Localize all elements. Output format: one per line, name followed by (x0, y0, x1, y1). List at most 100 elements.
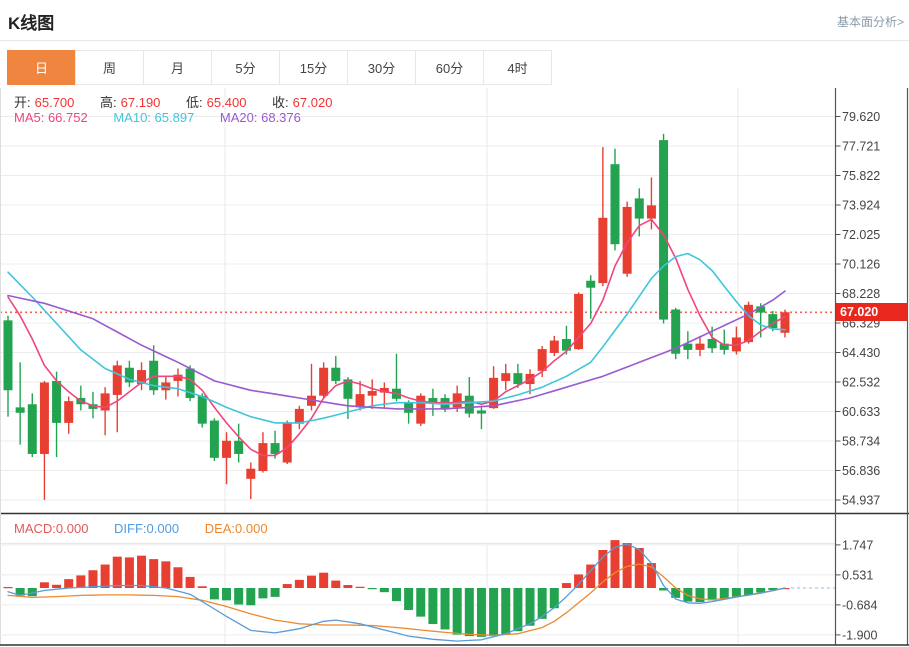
close-label: 收: (272, 95, 289, 110)
ma20-legend: MA20: 68.376 (220, 110, 301, 125)
macd-bar (708, 588, 717, 600)
macd-bar (258, 588, 267, 598)
macd-bar (343, 585, 352, 588)
kline-axis-label: 75.822 (842, 169, 880, 183)
macd-bar (210, 588, 219, 599)
macd-axis-label: -1.900 (842, 628, 877, 642)
candle-body (113, 365, 122, 395)
macd-bar (173, 567, 182, 588)
macd-bar (137, 556, 146, 588)
ohlc-legend: 开:65.700 高:67.190 低:65.400 收:67.020 (14, 92, 336, 111)
open-label: 开: (14, 95, 31, 110)
candle-body (647, 205, 656, 218)
low-value: 65.400 (207, 95, 247, 110)
macd-bar (404, 588, 413, 610)
macd-bar (40, 582, 49, 588)
kline-axis-label: 70.126 (842, 258, 880, 272)
kline-axis-label: 62.532 (842, 375, 880, 389)
candle-body (744, 305, 753, 342)
macd-axis-label: 0.531 (842, 568, 873, 582)
macd-bar (161, 561, 170, 588)
kline-axis-label: 64.430 (842, 346, 880, 360)
candle-body (708, 339, 717, 348)
kline-axis-label: 72.025 (842, 228, 880, 242)
candle-body (695, 344, 704, 350)
macd-bar (222, 588, 231, 600)
kline-axis-label: 77.721 (842, 140, 880, 154)
ma5-legend: MA5: 66.752 (14, 110, 88, 125)
candle-body (222, 441, 231, 458)
macd-bar (477, 588, 486, 637)
macd-bar (125, 557, 134, 588)
kline-axis-label: 68.228 (842, 287, 880, 301)
candle-body (283, 423, 292, 463)
candle-body (465, 396, 474, 414)
candle-body (258, 443, 267, 471)
candle-body (198, 396, 207, 424)
macd-bar (52, 585, 61, 588)
macd-bar (283, 584, 292, 588)
kline-axis-label: 60.633 (842, 405, 880, 419)
candle-body (356, 394, 365, 407)
macd-bar (720, 588, 729, 599)
macd-bar (319, 573, 328, 588)
macd-bar (465, 588, 474, 636)
macd-bar (307, 576, 316, 588)
macd-bar (246, 588, 255, 605)
candle-body (40, 382, 49, 453)
macd-legend: MACD:0.000 DIFF:0.000 DEA:0.000 (14, 521, 272, 536)
macd-bar (271, 588, 280, 597)
macd-bar (732, 588, 741, 597)
macd-axis-label: -0.684 (842, 598, 877, 612)
kline-axis-label: 58.734 (842, 435, 880, 449)
candle-body (246, 469, 255, 479)
candle-body (64, 401, 73, 423)
macd-bar (186, 577, 195, 588)
close-value: 67.020 (293, 95, 333, 110)
macd-bar (695, 588, 704, 602)
candle-body (550, 341, 559, 353)
candle-body (477, 410, 486, 413)
macd-axis-label: 1.747 (842, 538, 873, 552)
macd-bar (392, 588, 401, 601)
candle-body (319, 368, 328, 396)
macd-bar (368, 588, 377, 589)
candle-body (623, 207, 632, 274)
candle-body (586, 281, 595, 288)
macd-bar (380, 588, 389, 592)
candle-body (453, 393, 462, 407)
macd-bar (198, 586, 207, 588)
macd-value: MACD:0.000 (14, 521, 88, 536)
candle-body (16, 407, 25, 412)
kline-axis-label: 79.620 (842, 110, 880, 124)
macd-bar (526, 588, 535, 626)
macd-bar (64, 579, 73, 588)
kline-axis-label: 73.924 (842, 198, 880, 212)
diff-value: DIFF:0.000 (114, 521, 179, 536)
high-label: 高: (100, 95, 117, 110)
kline-axis-label: 54.937 (842, 493, 880, 507)
candle-body (210, 421, 219, 458)
macd-bar (489, 588, 498, 636)
candle-body (52, 381, 61, 423)
macd-bar (428, 588, 437, 624)
macd-bar (501, 588, 510, 635)
open-value: 65.700 (35, 95, 75, 110)
ma10-legend: MA10: 65.897 (113, 110, 194, 125)
macd-bar (295, 580, 304, 588)
macd-bar (416, 588, 425, 617)
ma-legend: MA5: 66.752 MA10: 65.897 MA20: 68.376 (14, 110, 305, 125)
candle-body (4, 320, 13, 390)
candle-body (234, 441, 243, 454)
high-value: 67.190 (121, 95, 161, 110)
candle-body (635, 198, 644, 218)
macd-bar (441, 588, 450, 629)
candle-body (271, 443, 280, 454)
macd-bar (356, 587, 365, 588)
candle-body (611, 164, 620, 244)
dea-value: DEA:0.000 (205, 521, 268, 536)
macd-bar (88, 570, 97, 588)
candle-body (598, 218, 607, 283)
macd-bar (513, 588, 522, 631)
candle-body (513, 373, 522, 384)
